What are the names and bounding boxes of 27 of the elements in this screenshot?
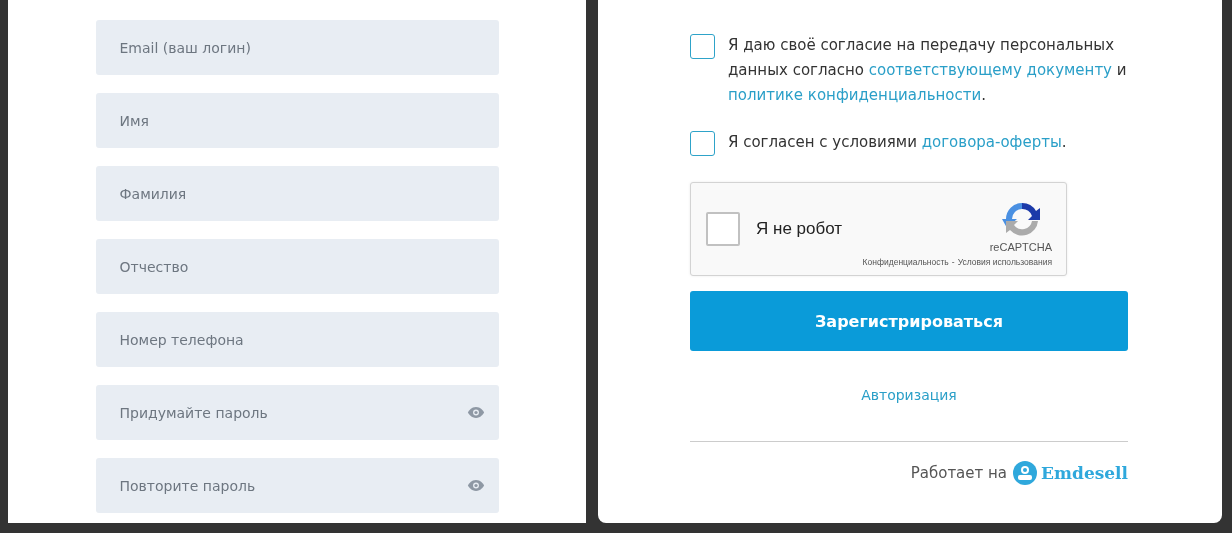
input-field[interactable]: Повторите пароль [95,458,499,513]
checkbox[interactable] [690,131,715,156]
link[interactable]: политике конфиденциальности [728,86,982,104]
consent-text: Я даю своё согласие на передачу персональных данных согласно соответствующему документу и политике конфиденциальности. [728,35,1128,106]
privacy-link[interactable]: Конфиденциальность [862,257,949,267]
consent-text: Я согласен с условиями договора-оферты. [728,132,1067,153]
input-field[interactable]: Фамилия [95,166,499,221]
terms-link[interactable]: Условия использования [957,257,1052,267]
link[interactable]: соответствующему документу [868,61,1112,79]
register-button[interactable]: Зарегистрироваться [690,291,1128,351]
separator: - [951,257,955,267]
captcha-label: Я не робот [756,219,844,239]
input-field[interactable]: Имя [95,93,499,148]
eye-icon[interactable] [466,479,485,492]
powered-by-text: Работает на [910,464,1008,482]
checkbox[interactable] [706,212,740,246]
captcha-brand: reCAPTCHA [989,241,1052,253]
login-link[interactable]: Авторизация [861,387,957,403]
link[interactable]: договора-оферты [921,133,1062,151]
eye-icon[interactable] [466,406,485,419]
input-field[interactable]: Отчество [95,239,499,294]
input-field[interactable]: Придумайте пароль [95,385,499,440]
input-field[interactable]: Email (ваш логин) [95,20,499,75]
input-field[interactable]: Номер телефона [95,312,499,367]
brand-name: Emdesell [1041,463,1128,483]
checkbox[interactable] [690,34,715,59]
logo-icon [1013,461,1038,485]
